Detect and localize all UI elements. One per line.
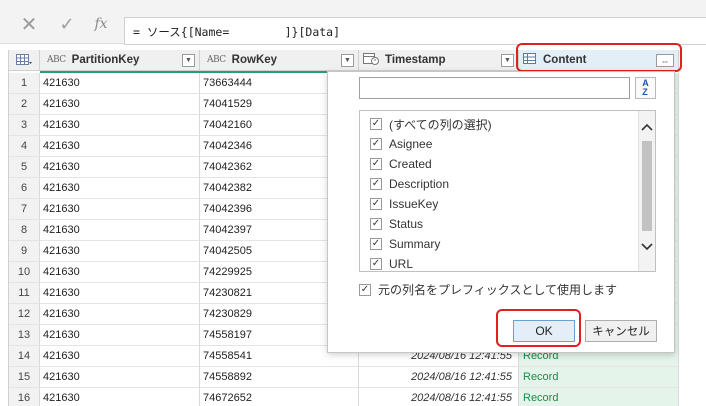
cell-partitionkey[interactable]: 421630 [40,346,200,367]
row-number: 14 [9,346,40,367]
column-header-timestamp[interactable]: Timestamp ▼ [359,50,519,71]
column-header-label: PartitionKey [71,54,140,66]
column-item-label: (すべての列の選択) [389,117,492,132]
column-item-label: URL [389,257,414,271]
cell-partitionkey[interactable]: 421630 [40,388,200,406]
row-number: 10 [9,262,40,283]
cell-partitionkey[interactable]: 421630 [40,304,200,325]
row-number: 12 [9,304,40,325]
formula-input[interactable]: = ソース{[Name= ]}[Data] [124,17,706,45]
table-icon [16,54,32,65]
column-header-rowkey[interactable]: ABC RowKey ▼ [200,50,359,71]
row-number: 6 [9,178,40,199]
cell-partitionkey[interactable]: 421630 [40,283,200,304]
chevron-up-icon[interactable] [639,119,655,135]
ok-button-highlight [496,309,581,347]
prefix-checkbox[interactable]: ✓ [359,283,371,296]
column-list-item[interactable]: ✓ Asignee [370,134,432,154]
row-number: 11 [9,283,40,304]
check-icon[interactable]: ✓ [54,14,80,34]
text-type-icon: ABC [207,55,226,65]
cell-rowkey[interactable]: 74672652 [200,388,359,406]
cell-timestamp[interactable]: 2024/08/16 12:41:55 [359,367,519,388]
column-item-label: IssueKey [389,197,439,211]
column-list-item[interactable]: ✓ URL [370,254,413,274]
cell-content[interactable]: Record [519,367,679,388]
column-list-item[interactable]: ✓ IssueKey [370,194,438,214]
column-checkbox[interactable]: ✓ [370,218,382,230]
fx-label[interactable]: fx [88,14,114,34]
column-checkbox[interactable]: ✓ [370,198,382,210]
cancel-button[interactable]: キャンセル [585,320,657,342]
cell-partitionkey[interactable]: 421630 [40,220,200,241]
scrollbar-thumb[interactable] [642,141,652,231]
column-header-partitionkey[interactable]: ABC PartitionKey ▼ [40,50,200,71]
column-checkbox[interactable]: ✓ [370,138,382,150]
column-item-label: Created [389,157,432,171]
column-item-label: Summary [389,237,441,251]
row-number: 3 [9,115,40,136]
row-number: 1 [9,73,40,94]
column-list-item[interactable]: ✓ Description [370,174,449,194]
table-row[interactable]: 16 421630 74672652 2024/08/16 12:41:55 Recor… [9,388,706,406]
row-number: 16 [9,388,40,406]
table-row[interactable]: 15 421630 74558892 2024/08/16 12:41:55 Recor… [9,367,706,388]
cell-partitionkey[interactable]: 421630 [40,73,200,94]
datetime-icon [363,52,379,68]
filter-dropdown-icon[interactable]: ▼ [182,54,195,67]
column-list-item[interactable]: ✓ Summary [370,234,440,254]
filter-dropdown-icon[interactable]: ▼ [501,54,514,67]
column-list-item[interactable]: ✓ Created [370,154,432,174]
row-number: 13 [9,325,40,346]
cell-partitionkey[interactable]: 421630 [40,94,200,115]
cell-partitionkey[interactable]: 421630 [40,157,200,178]
content-header-highlight [516,43,682,72]
column-checkbox[interactable]: ✓ [370,178,382,190]
row-number: 5 [9,157,40,178]
filter-dropdown-icon[interactable]: ▼ [341,54,354,67]
row-number: 7 [9,199,40,220]
prefix-option[interactable]: ✓ 元の列名をプレフィックスとして使用します [359,281,617,298]
text-type-icon: ABC [47,55,66,65]
cell-partitionkey[interactable]: 421630 [40,199,200,220]
close-icon[interactable]: ✕ [16,14,42,36]
column-checkbox[interactable]: ✓ [370,258,382,270]
cell-partitionkey[interactable]: 421630 [40,262,200,283]
column-item-label: Description [389,177,450,191]
column-list-item[interactable]: ✓ (すべての列の選択) [370,114,492,134]
row-number: 4 [9,136,40,157]
cell-partitionkey[interactable]: 421630 [40,115,200,136]
column-list-item[interactable]: ✓ Status [370,214,423,234]
row-number: 15 [9,367,40,388]
sort-az-icon[interactable]: AZ [635,77,656,99]
cell-content[interactable]: Record [519,388,679,406]
column-header-label: RowKey [231,54,278,66]
column-item-label: Status [389,217,424,231]
chevron-down-icon[interactable] [639,239,655,255]
scrollbar[interactable] [638,111,655,271]
search-input[interactable] [359,77,630,99]
column-checkbox[interactable]: ✓ [370,238,382,250]
cell-partitionkey[interactable]: 421630 [40,367,200,388]
column-checkbox[interactable]: ✓ [370,118,382,130]
column-checkbox[interactable]: ✓ [370,158,382,170]
cell-timestamp[interactable]: 2024/08/16 12:41:55 [359,388,519,406]
cell-partitionkey[interactable]: 421630 [40,241,200,262]
table-menu-button[interactable] [9,50,40,71]
row-number: 8 [9,220,40,241]
cell-partitionkey[interactable]: 421630 [40,136,200,157]
row-number: 9 [9,241,40,262]
row-number: 2 [9,94,40,115]
cell-partitionkey[interactable]: 421630 [40,178,200,199]
column-header-label: Timestamp [385,54,446,66]
cell-rowkey[interactable]: 74558892 [200,367,359,388]
column-item-label: Asignee [389,137,433,151]
formula-bar: ✕ ✓ fx = ソース{[Name= ]}[Data] [0,0,706,45]
column-list: ✓ (すべての列の選択) ✓ Asignee ✓ Created ✓ Description ✓… [359,110,656,272]
cell-partitionkey[interactable]: 421630 [40,325,200,346]
prefix-label: 元の列名をプレフィックスとして使用します [378,283,618,297]
